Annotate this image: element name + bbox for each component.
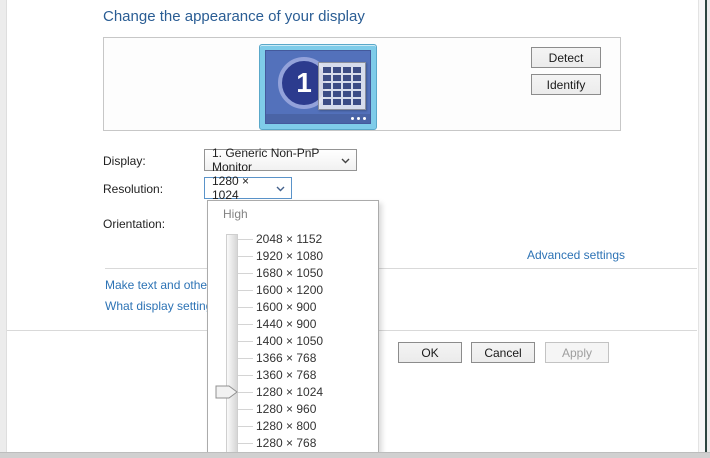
- resolution-option-label: 1440 × 900: [256, 316, 316, 332]
- apply-button[interactable]: Apply: [545, 342, 609, 363]
- resolution-option-label: 1366 × 768: [256, 350, 316, 366]
- slider-tick: [238, 324, 253, 325]
- slider-tick: [238, 273, 253, 274]
- resolution-option[interactable]: 1680 × 1050: [208, 265, 377, 281]
- resolution-option-label: 1280 × 768: [256, 435, 316, 451]
- resolution-option-label: 1280 × 1024: [256, 384, 323, 400]
- display-label: Display:: [103, 154, 146, 168]
- screen-resolution-window: Change the appearance of your display 1 …: [0, 0, 710, 458]
- monitor-1-icon[interactable]: 1: [259, 44, 377, 130]
- page-bottom-edge: [0, 452, 710, 458]
- resolution-label: Resolution:: [103, 182, 163, 196]
- resolution-option[interactable]: 1920 × 1080: [208, 248, 377, 264]
- monitor-preview-box: 1 Detect Identify: [103, 37, 621, 131]
- chevron-down-icon: [341, 158, 350, 164]
- resolution-option[interactable]: 1280 × 960: [208, 401, 377, 417]
- monitor-number: 1: [296, 67, 312, 99]
- resolution-dropdown-value: 1280 × 1024: [212, 174, 271, 202]
- resolution-option[interactable]: 1440 × 900: [208, 316, 377, 332]
- page-right-edge: [698, 0, 710, 458]
- high-label: High: [223, 207, 248, 221]
- advanced-settings-link[interactable]: Advanced settings: [527, 248, 625, 262]
- resolution-slider-thumb[interactable]: [215, 385, 239, 399]
- monitor-screen: 1: [265, 50, 371, 124]
- slider-tick: [238, 443, 253, 444]
- page-title: Change the appearance of your display: [103, 8, 365, 25]
- slider-tick: [238, 392, 253, 393]
- display-dropdown[interactable]: 1. Generic Non-PnP Monitor: [204, 149, 357, 171]
- slider-tick: [238, 341, 253, 342]
- resolution-option[interactable]: 1360 × 768: [208, 367, 377, 383]
- slider-tick: [238, 375, 253, 376]
- resolution-option-label: 1360 × 768: [256, 367, 316, 383]
- detect-button[interactable]: Detect: [531, 47, 601, 68]
- slider-tick: [238, 358, 253, 359]
- chevron-down-icon: [276, 186, 285, 192]
- resolution-option[interactable]: 1280 × 768: [208, 435, 377, 451]
- window-grid-icon: [318, 62, 366, 110]
- resolution-option[interactable]: 1600 × 900: [208, 299, 377, 315]
- resolution-option-label: 1280 × 800: [256, 418, 316, 434]
- taskbar-dot-icon: [363, 117, 366, 120]
- taskbar-dot-icon: [351, 117, 354, 120]
- cancel-button[interactable]: Cancel: [471, 342, 535, 363]
- page-left-edge: [0, 0, 7, 458]
- resolution-option-label: 1600 × 1200: [256, 282, 323, 298]
- slider-tick: [238, 307, 253, 308]
- resolution-option[interactable]: 1400 × 1050: [208, 333, 377, 349]
- resolution-dropdown[interactable]: 1280 × 1024: [204, 177, 292, 199]
- resolution-option[interactable]: 2048 × 1152: [208, 231, 377, 247]
- slider-tick: [238, 426, 253, 427]
- slider-tick: [238, 256, 253, 257]
- resolution-option-label: 1920 × 1080: [256, 248, 323, 264]
- ok-button[interactable]: OK: [398, 342, 462, 363]
- resolution-option-label: 1400 × 1050: [256, 333, 323, 349]
- resolution-option-label: 1600 × 900: [256, 299, 316, 315]
- taskbar-dot-icon: [357, 117, 360, 120]
- resolution-option[interactable]: 1280 × 800: [208, 418, 377, 434]
- slider-tick: [238, 409, 253, 410]
- orientation-label: Orientation:: [103, 217, 165, 231]
- resolution-option-label: 1680 × 1050: [256, 265, 323, 281]
- resolution-option-label: 2048 × 1152: [256, 231, 322, 247]
- resolution-option-label: 1280 × 960: [256, 401, 316, 417]
- display-dropdown-value: 1. Generic Non-PnP Monitor: [212, 146, 336, 174]
- content-divider: [105, 268, 697, 269]
- resolution-dropdown-panel: High 2048 × 11521920 × 10801680 × 105016…: [207, 200, 379, 458]
- slider-tick: [238, 290, 253, 291]
- resolution-option[interactable]: 1366 × 768: [208, 350, 377, 366]
- slider-tick: [238, 239, 253, 240]
- identify-button[interactable]: Identify: [531, 74, 601, 95]
- monitor-taskbar: [266, 114, 370, 123]
- resolution-option[interactable]: 1600 × 1200: [208, 282, 377, 298]
